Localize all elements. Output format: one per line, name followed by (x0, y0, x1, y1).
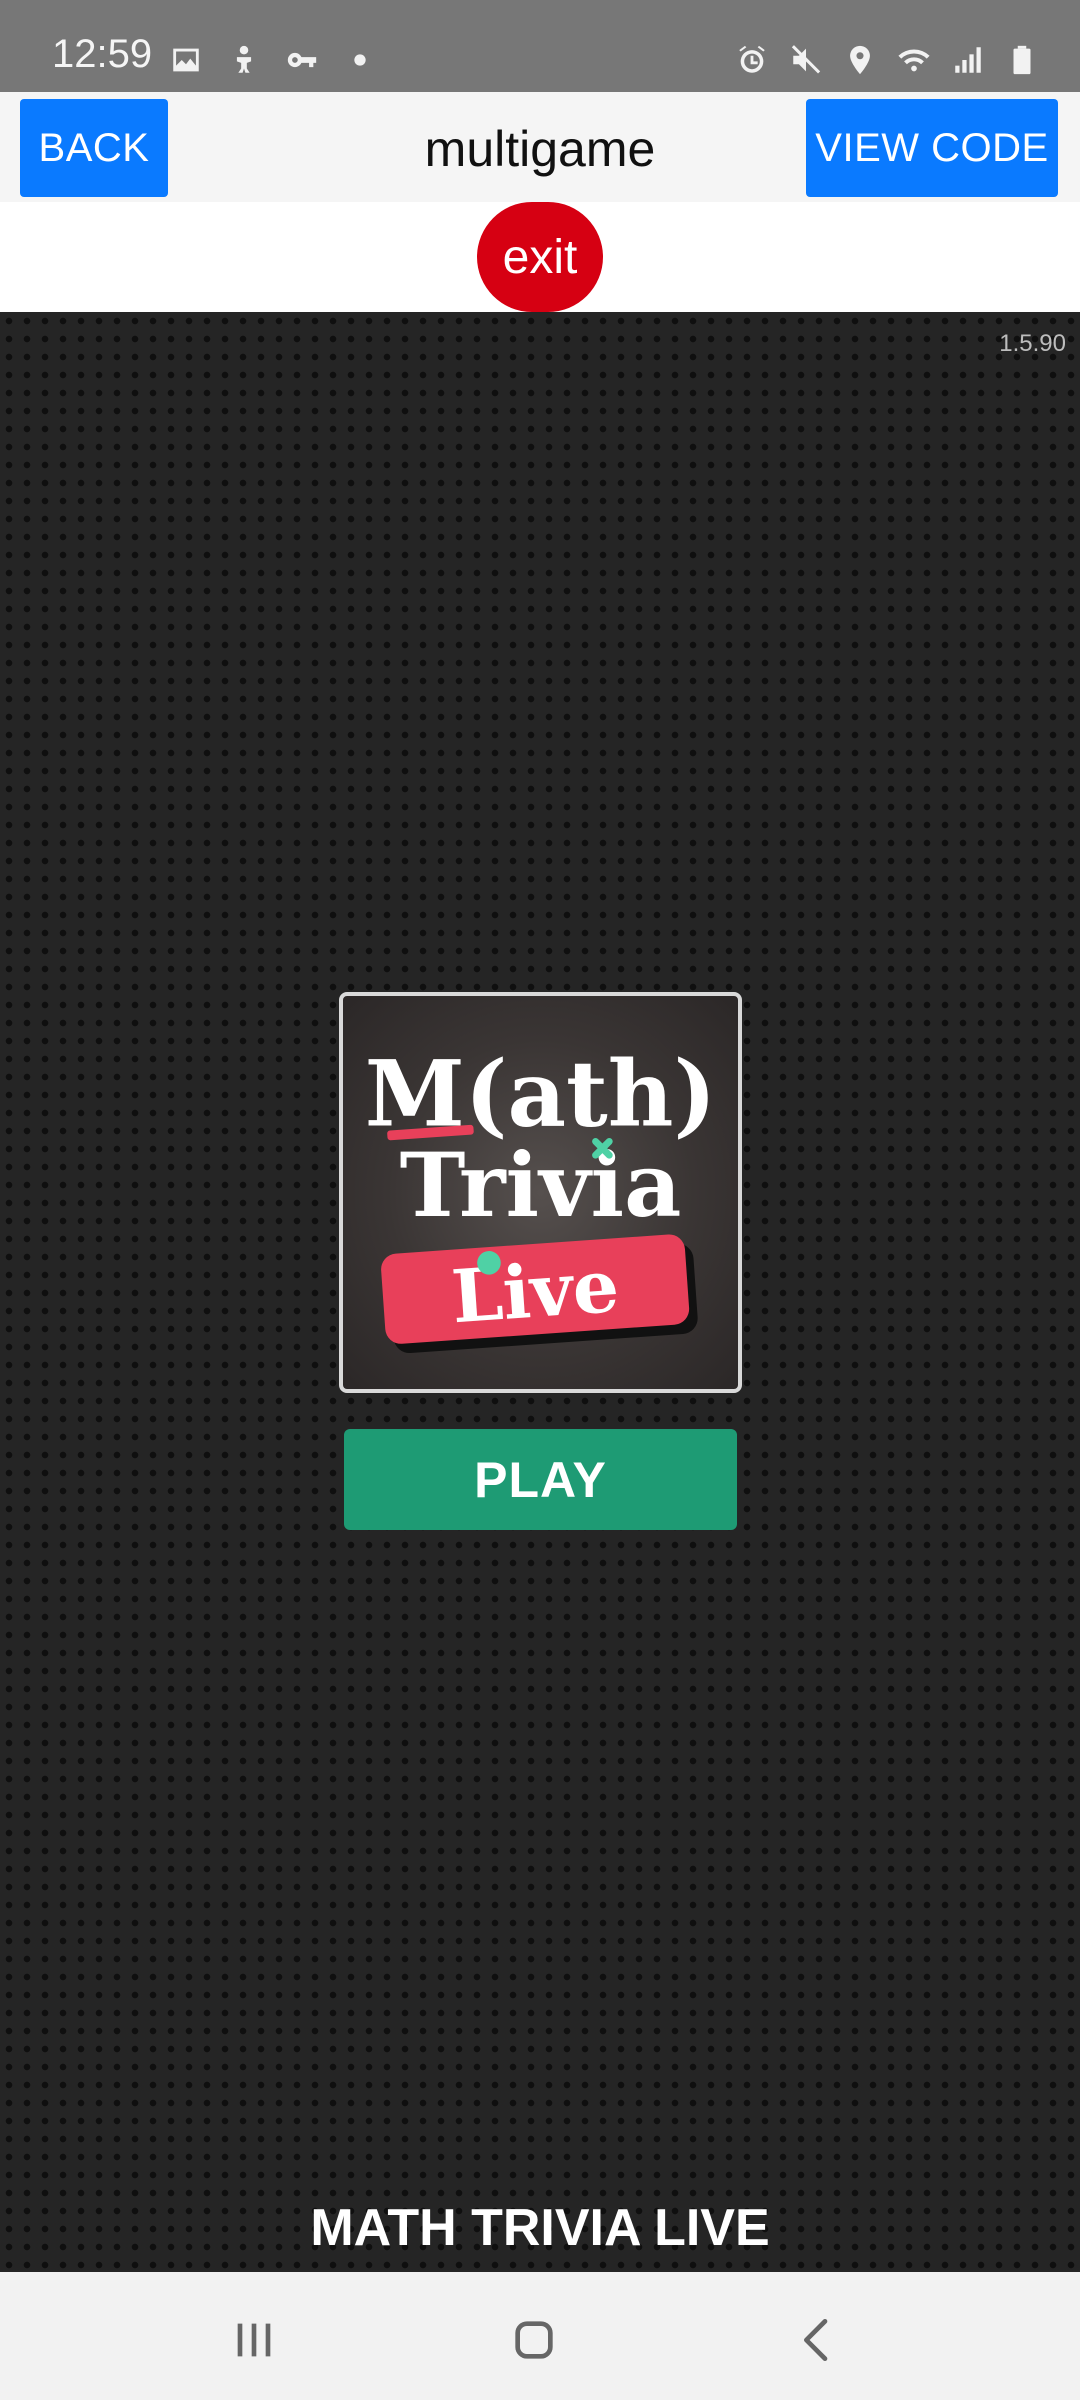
view-code-button[interactable]: VIEW CODE (806, 99, 1058, 197)
dot-icon (342, 42, 378, 78)
exit-button[interactable]: exit (477, 202, 603, 312)
logo-times-accent (592, 1137, 613, 1159)
home-icon[interactable] (502, 2308, 566, 2372)
accessibility-icon (226, 42, 262, 78)
location-icon (842, 42, 878, 78)
back-icon[interactable] (786, 2308, 850, 2372)
game-logo-artwork: M(ath) Trivia Live (365, 1042, 716, 1354)
logo-line2: Trivia (400, 1133, 682, 1237)
play-button[interactable]: PLAY (344, 1429, 737, 1530)
app-header: BACK multigame VIEW CODE (0, 92, 1080, 202)
version-label: 1.5.90 (999, 330, 1066, 357)
game-area: 1.5.90 M(ath) Trivia Live PLAY MATH TRIV… (0, 312, 1080, 2272)
battery-icon (1004, 42, 1040, 78)
status-bar: 12:59 (0, 0, 1080, 92)
logo-live-banner: Live (381, 1234, 698, 1354)
game-title: MATH TRIVIA LIVE (310, 2199, 770, 2257)
signal-icon (950, 42, 986, 78)
image-icon (168, 42, 204, 78)
wifi-icon (896, 42, 932, 78)
nav-bar (0, 2272, 1080, 2400)
recents-icon[interactable] (222, 2308, 286, 2372)
alarm-icon (734, 42, 770, 78)
status-time: 12:59 (52, 32, 153, 76)
key-icon (284, 42, 320, 78)
logo-line3: Live (449, 1244, 622, 1340)
mute-icon (788, 42, 824, 78)
status-icons-left (168, 40, 378, 80)
exit-strip: exit (0, 202, 1080, 312)
status-icons-right (734, 40, 1040, 80)
game-logo[interactable]: M(ath) Trivia Live (339, 992, 742, 1393)
